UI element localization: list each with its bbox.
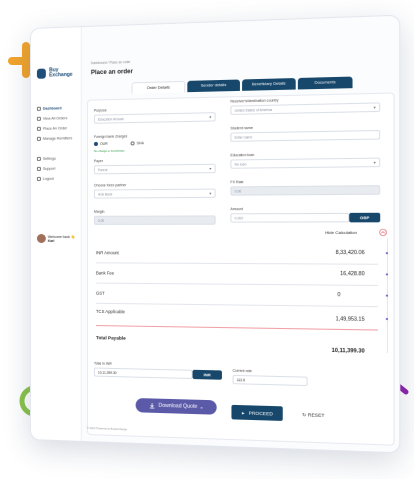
- order-form: Purpose Education Abroad Foreign bank ch…: [86, 92, 395, 446]
- sidebar: Buy Exchange Dashboard View All Orders P…: [30, 27, 82, 441]
- chevrons-icon: »: [200, 404, 203, 410]
- currency-select[interactable]: GBP: [349, 212, 381, 223]
- list-icon: [36, 116, 41, 121]
- receiver-country-label: Receiver's/destination country: [230, 98, 279, 104]
- radio-sha-dot: [130, 141, 135, 146]
- support-icon: [36, 166, 41, 171]
- tab-order-details[interactable]: Order Details: [131, 80, 186, 94]
- education-loan-select[interactable]: No loan: [230, 157, 381, 169]
- sidebar-item-support[interactable]: Support: [36, 166, 77, 171]
- reset-icon: ↻: [302, 412, 307, 418]
- proceed-button[interactable]: ► PROCEED: [231, 404, 283, 421]
- dashboard-icon: [36, 106, 41, 111]
- app-window: Buy Exchange Dashboard View All Orders P…: [30, 14, 401, 454]
- current-rate-label: Current rate: [232, 368, 252, 374]
- user-profile[interactable]: Welcome back 👋 Karl: [36, 234, 75, 244]
- sidebar-item-settings[interactable]: Settings: [36, 156, 77, 161]
- page-title: Place an order: [90, 69, 133, 77]
- total-divider: [95, 325, 378, 331]
- radio-our[interactable]: OUR: [93, 141, 108, 147]
- chevron-up-icon[interactable]: [379, 229, 387, 236]
- sidebar-item-manage-remitters[interactable]: Manage Remitters: [36, 136, 77, 141]
- radio-sha[interactable]: SHA: [130, 141, 144, 146]
- sidebar-item-view-orders[interactable]: View All Orders: [36, 116, 77, 121]
- amount-label: Amount: [230, 207, 243, 212]
- payer-label: Payer: [93, 159, 103, 164]
- play-icon: ►: [241, 409, 246, 416]
- forex-partner-label: Choose forex partner: [93, 183, 127, 188]
- logo-icon: [36, 68, 47, 79]
- fx-rate-label: FX Rate: [230, 180, 244, 185]
- tab-bar: Order Details Sender details Beneficiary…: [131, 76, 353, 94]
- user-name: Karl: [47, 238, 55, 243]
- sidebar-item-logout[interactable]: Logout: [36, 176, 77, 181]
- student-name-label: Student name: [230, 125, 253, 131]
- receiver-country-select[interactable]: United States of America: [230, 102, 381, 115]
- margin-input[interactable]: 0.00: [93, 215, 216, 225]
- gear-icon: [36, 156, 41, 161]
- users-icon: [36, 136, 41, 141]
- total-inr-label: Total in INR: [93, 361, 112, 366]
- sidebar-item-place-order[interactable]: Place An Order: [36, 126, 77, 131]
- breadcrumb: Dashboard / Place an order: [90, 59, 131, 66]
- total-inr-input: 10,11,399.30: [93, 367, 193, 380]
- tab-beneficiary-details[interactable]: Beneficiary Details: [242, 78, 296, 91]
- gst-value: 0: [337, 291, 341, 299]
- tab-documents[interactable]: Documents: [297, 76, 353, 90]
- logo-text: Buy Exchange: [49, 67, 73, 79]
- download-quote-button[interactable]: Download Quote »: [135, 397, 217, 415]
- bank-fee-label: Bank Fee: [95, 270, 115, 276]
- purpose-label: Purpose: [93, 108, 107, 113]
- logout-icon: [36, 176, 41, 181]
- inr-amount-value: 8,33,420.06: [335, 249, 365, 257]
- fx-rate-input: 0.00: [230, 185, 381, 196]
- amount-input[interactable]: 0.000: [230, 212, 350, 223]
- forex-charges-label: Foreign bank charges: [93, 134, 128, 139]
- tcs-label: TCS Applicable: [95, 308, 126, 315]
- our-note: No charge to beneficiary: [93, 148, 125, 154]
- payer-select[interactable]: Parent: [93, 163, 216, 175]
- tab-sender-details[interactable]: Sender details: [187, 79, 240, 93]
- row-divider: [95, 282, 378, 286]
- row-divider: [95, 262, 378, 265]
- margin-label: Margin: [93, 209, 105, 214]
- row-divider: [95, 302, 378, 307]
- gst-label: GST: [95, 290, 105, 296]
- total-payable-value: 10,11,399.30: [331, 347, 365, 355]
- student-name-input[interactable]: Enter name: [230, 129, 381, 142]
- current-rate-input: 113.8: [232, 374, 308, 387]
- avatar: [36, 234, 46, 244]
- forex-partner-select[interactable]: Axis Bank: [93, 188, 216, 199]
- reset-button[interactable]: ↻ RESET: [302, 412, 324, 419]
- cart-icon: [36, 126, 41, 131]
- total-payable-label: Total Payable: [95, 335, 126, 341]
- sidebar-item-dashboard[interactable]: Dashboard: [36, 106, 77, 111]
- hide-calculation-link[interactable]: Hide Calculation: [325, 230, 357, 235]
- bank-fee-value: 16,428.80: [340, 270, 365, 278]
- download-icon: [149, 402, 155, 408]
- purpose-select[interactable]: Education Abroad: [93, 112, 216, 124]
- inr-button[interactable]: INR: [192, 369, 222, 380]
- tcs-value: 1,49,953.15: [335, 316, 365, 323]
- inr-amount-label: INR Amount: [95, 250, 119, 256]
- brand-logo: Buy Exchange: [36, 67, 81, 79]
- education-loan-label: Education loan: [230, 152, 255, 158]
- radio-our-dot: [93, 141, 98, 147]
